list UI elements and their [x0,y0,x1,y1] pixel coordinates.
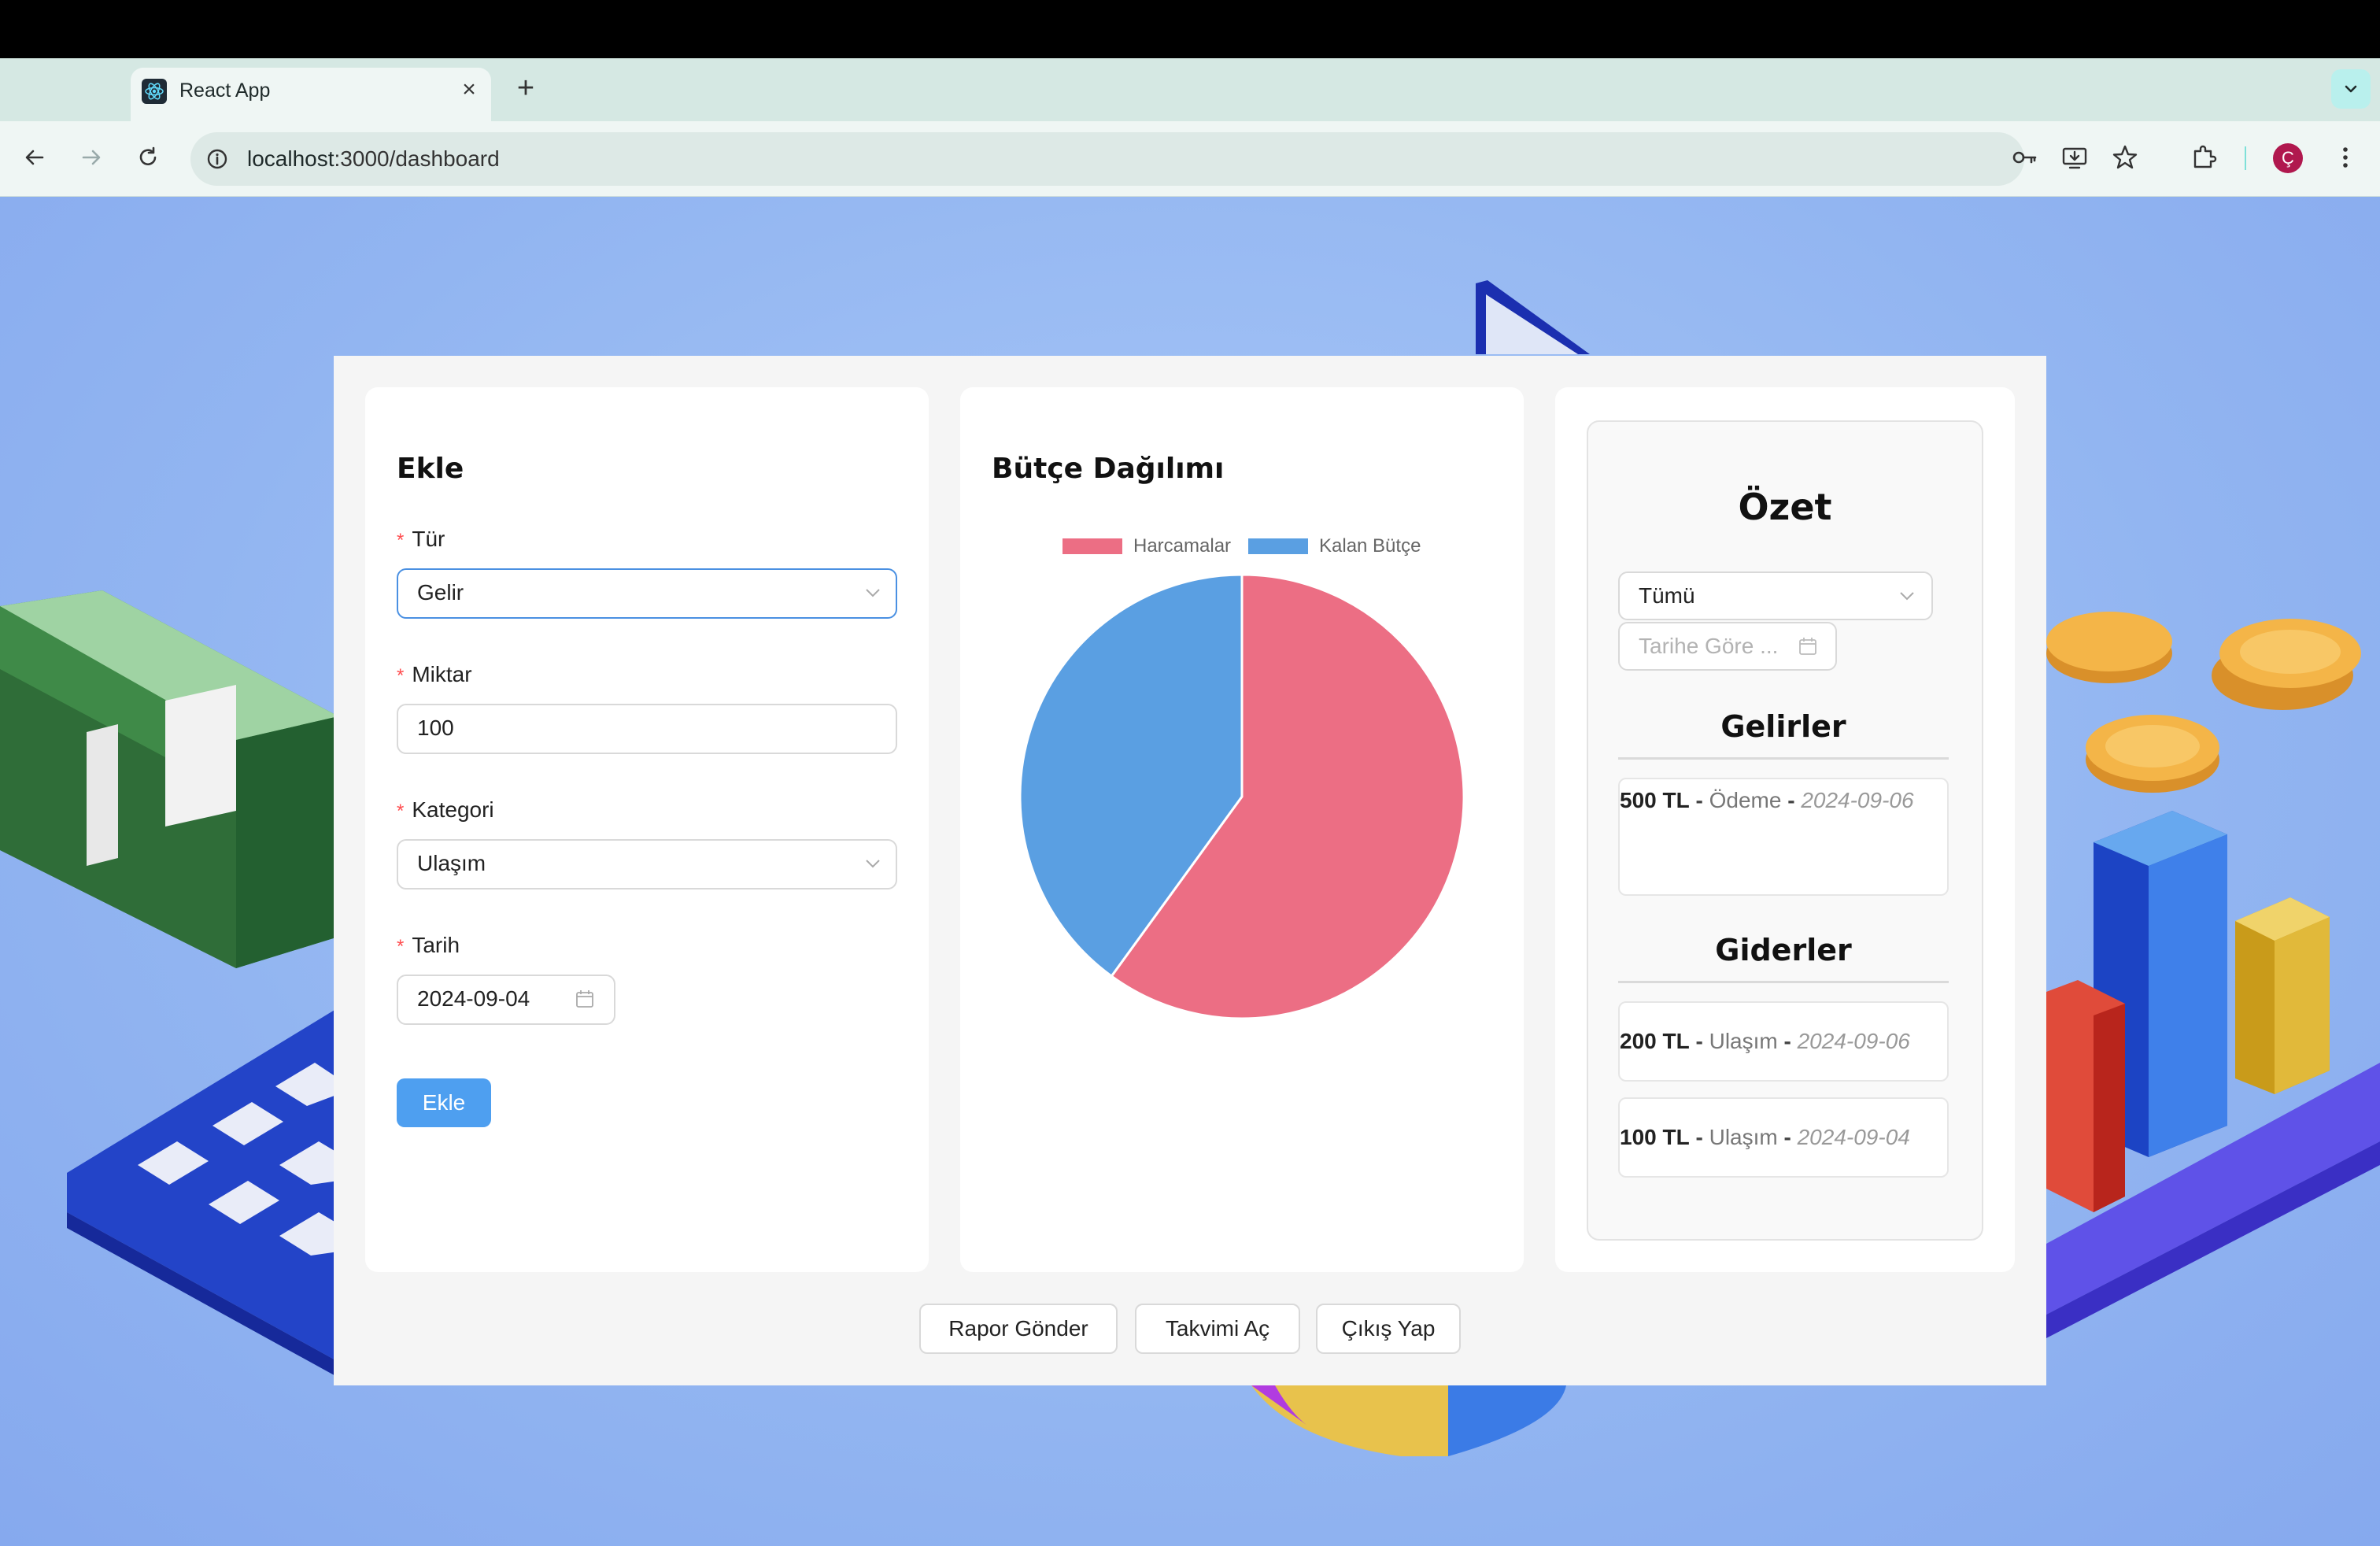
reload-icon[interactable] [131,140,165,175]
expense-entry: 100 TL - Ulaşım - 2024-09-04 [1618,1097,1949,1178]
date-label: * Tarih [397,932,460,960]
amount-label-text: Miktar [412,662,472,686]
entry-separator: - [1695,1029,1703,1053]
entry-date: 2024-09-06 [1797,1029,1910,1053]
entry-amount: 100 TL [1620,1125,1690,1149]
entry-separator: - [1787,788,1795,812]
forward-arrow-icon[interactable] [74,140,109,175]
entry-category: Ödeme [1709,788,1782,812]
category-select-value: Ulaşım [417,851,486,875]
add-entry-card [365,387,929,1272]
toolbar-separator [2245,146,2246,170]
required-mark: * [397,665,405,686]
date-label-text: Tarih [412,933,460,957]
entry-category: Ulaşım [1709,1029,1778,1053]
date-picker[interactable]: 2024-09-04 [397,975,615,1025]
type-select[interactable]: Gelir [397,568,897,619]
chevron-down-icon [1900,592,1914,601]
bookmark-star-icon[interactable] [2108,140,2142,175]
logout-button[interactable]: Çıkış Yap [1316,1304,1461,1354]
legend-label-expenses: Harcamalar [1133,535,1232,557]
category-label: * Kategori [397,797,494,825]
category-select[interactable]: Ulaşım [397,839,897,890]
type-label: * Tür [397,526,445,554]
amount-label: * Miktar [397,661,472,690]
open-calendar-button[interactable]: Takvimi Aç [1135,1304,1300,1354]
legend-swatch-expenses [1062,538,1122,554]
date-picker-value: 2024-09-04 [417,986,530,1011]
entry-date: 2024-09-04 [1797,1125,1910,1149]
date-filter-picker[interactable]: Tarihe Göre ... [1618,622,1837,671]
more-menu-icon[interactable] [2328,140,2363,175]
add-submit-button[interactable]: Ekle [397,1078,491,1127]
incomes-divider [1618,757,1949,760]
entry-separator: - [1783,1125,1791,1149]
chevron-down-icon [866,860,880,868]
required-mark: * [397,530,405,551]
chevron-down-icon [866,589,880,597]
incomes-title: Gelirler [1720,709,1846,744]
expenses-divider [1618,981,1949,983]
type-label-text: Tür [412,527,445,551]
os-top-bar [0,0,2380,58]
amount-input[interactable]: 100 [397,704,897,754]
entry-separator: - [1695,788,1703,812]
password-key-icon[interactable] [2007,140,2042,175]
react-logo-icon [142,79,167,104]
new-tab-icon[interactable]: + [512,72,540,104]
expenses-title: Giderler [1715,933,1852,967]
required-mark: * [397,936,405,957]
type-filter-value: Tümü [1639,583,1695,608]
income-entry: 500 TL - Ödeme - 2024-09-06 [1618,778,1949,896]
entry-date: 2024-09-06 [1801,788,1914,812]
category-label-text: Kategori [412,797,494,822]
add-form-title: Ekle [397,453,464,485]
entry-separator: - [1695,1125,1703,1149]
budget-pie-chart [1018,573,1465,1020]
install-app-icon[interactable] [2057,140,2092,175]
extensions-puzzle-icon[interactable] [2186,140,2221,175]
entry-amount: 200 TL [1620,1029,1690,1053]
back-arrow-icon[interactable] [17,140,52,175]
tab-close-icon[interactable]: × [456,76,482,104]
tab-title: React App [179,80,271,102]
expense-entry: 200 TL - Ulaşım - 2024-09-06 [1618,1001,1949,1082]
entry-separator: - [1783,1029,1791,1053]
entry-category: Ulaşım [1709,1125,1778,1149]
summary-title: Özet [1738,486,1832,528]
site-info-icon[interactable] [201,143,233,175]
amount-input-value: 100 [417,716,454,740]
calendar-icon [1799,638,1816,655]
entry-amount: 500 TL [1620,788,1690,812]
send-report-button[interactable]: Rapor Gönder [919,1304,1118,1354]
legend-swatch-remaining [1248,538,1308,554]
required-mark: * [397,801,405,822]
url-path: :3000/dashboard [334,146,500,171]
budget-chart-title: Bütçe Dağılımı [992,453,1225,485]
type-filter-select[interactable]: Tümü [1618,571,1933,620]
tab-search-chevron-icon[interactable] [2331,69,2371,109]
profile-avatar[interactable]: Ç [2273,143,2303,173]
calendar-icon [576,990,593,1008]
date-filter-placeholder: Tarihe Göre ... [1639,634,1779,658]
url-host: localhost [247,146,334,171]
url-text[interactable]: localhost:3000/dashboard [247,145,500,173]
legend-label-remaining: Kalan Bütçe [1319,535,1421,557]
type-select-value: Gelir [417,580,464,605]
